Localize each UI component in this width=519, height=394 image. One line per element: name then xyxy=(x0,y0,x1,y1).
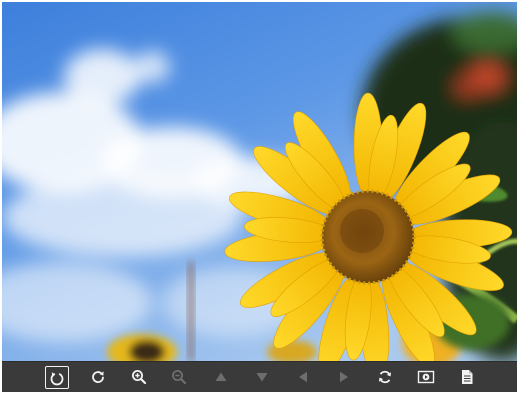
triangle-left-icon xyxy=(299,371,307,383)
slideshow-button[interactable] xyxy=(413,365,439,389)
zoom-out-icon xyxy=(172,370,187,385)
reset-button[interactable] xyxy=(372,365,398,389)
move-up-button[interactable] xyxy=(208,365,234,389)
rotate-left-button[interactable] xyxy=(45,366,69,389)
triangle-up-icon xyxy=(215,372,227,381)
move-down-button[interactable] xyxy=(249,365,275,389)
document-icon xyxy=(462,370,473,384)
move-right-button[interactable] xyxy=(331,365,357,389)
rotate-right-icon xyxy=(92,371,104,383)
sunflower-photo xyxy=(2,2,517,361)
move-left-button[interactable] xyxy=(290,365,316,389)
reset-icon xyxy=(379,370,391,384)
zoom-out-button[interactable] xyxy=(166,365,192,389)
info-button[interactable] xyxy=(454,365,480,389)
image-viewer xyxy=(2,2,517,392)
triangle-down-icon xyxy=(256,373,268,382)
viewer-toolbar xyxy=(2,361,517,392)
rotate-right-button[interactable] xyxy=(85,365,111,389)
zoom-in-icon xyxy=(132,370,147,385)
slideshow-icon xyxy=(417,370,435,384)
zoom-in-button[interactable] xyxy=(126,365,152,389)
rotate-left-icon xyxy=(50,371,64,385)
triangle-right-icon xyxy=(340,371,348,383)
